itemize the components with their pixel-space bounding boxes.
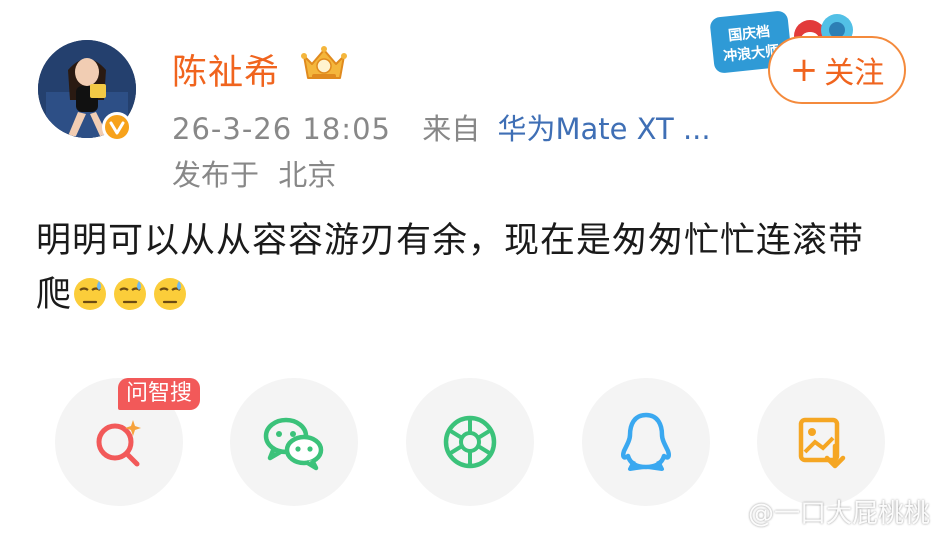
moments-icon (443, 415, 497, 469)
crown-medal-icon[interactable] (298, 44, 350, 88)
sweat-face-emoji (112, 274, 148, 328)
post-meta: 26-3-26 18:05 来自 华为Mate XT ... (172, 106, 711, 148)
location-city: 北京 (278, 158, 337, 192)
plus-icon: + (789, 50, 819, 90)
sweat-face-emoji (152, 274, 188, 328)
ai-search-icon (96, 420, 141, 467)
sweat-face-emoji (72, 274, 108, 328)
post-content: 明明可以从从容容游刃有余，现在是匆匆忙忙连滚带爬 (36, 214, 896, 328)
watermark: @一口大屁桃桃 (708, 493, 930, 530)
verified-v-icon (102, 112, 132, 142)
follow-button[interactable]: + 关注 (768, 36, 906, 104)
qq-icon (620, 412, 672, 471)
share-wechat-button[interactable] (230, 378, 358, 506)
watermark-text: @一口大屁桃桃 (747, 499, 930, 529)
source-prefix: 来自 (422, 112, 481, 146)
share-qq-button[interactable] (582, 378, 710, 506)
location-prefix: 发布于 (172, 158, 260, 192)
save-image-button[interactable] (757, 378, 885, 506)
author-name[interactable]: 陈祉希 (172, 44, 280, 95)
weibo-logo-icon (708, 501, 741, 524)
wechat-icon (263, 417, 324, 471)
share-moments-button[interactable] (406, 378, 534, 506)
ai-search-badge: 问智搜 (118, 378, 201, 410)
source-device-link[interactable]: 华为Mate XT ... (497, 112, 710, 146)
post-location: 发布于 北京 (172, 152, 336, 194)
post-timestamp: 26-3-26 18:05 (172, 112, 391, 146)
follow-label: 关注 (824, 56, 885, 91)
save-image-icon (798, 417, 846, 469)
